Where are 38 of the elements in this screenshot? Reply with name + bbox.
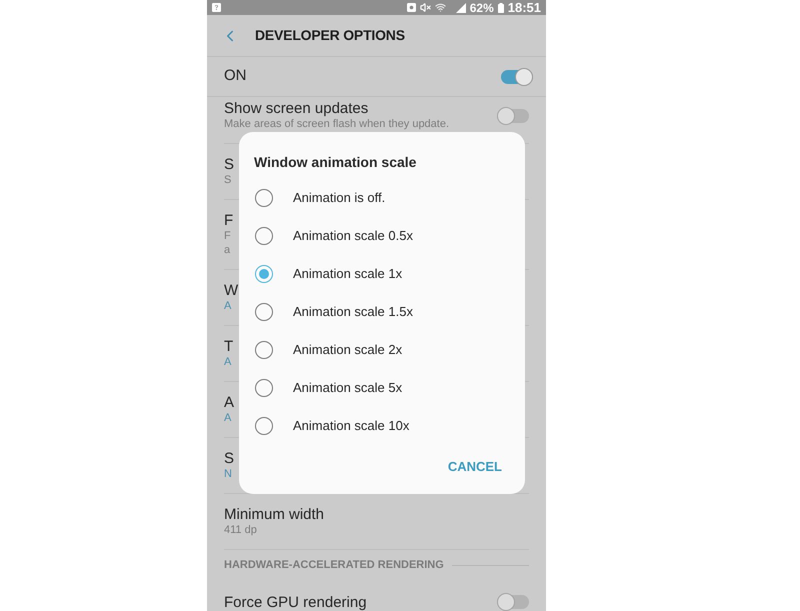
setting-title: S bbox=[224, 450, 234, 467]
radio-option[interactable]: Animation scale 5x bbox=[254, 369, 402, 407]
setting-summary: F a bbox=[224, 229, 231, 257]
setting-summary: 411 dp bbox=[224, 523, 257, 537]
setting-summary: N bbox=[224, 467, 232, 481]
page-title: DEVELOPER OPTIONS bbox=[255, 26, 405, 45]
section-header: HARDWARE-ACCELERATED RENDERING bbox=[224, 558, 444, 574]
signal-icon bbox=[456, 2, 466, 12]
toggle-switch[interactable] bbox=[501, 68, 533, 86]
setting-title: Force GPU rendering bbox=[224, 594, 367, 610]
radio-option[interactable]: Animation scale 0.5x bbox=[254, 217, 413, 255]
setting-summary: Make areas of screen flash when they update. bbox=[224, 117, 450, 131]
setting-summary: S bbox=[224, 173, 232, 187]
battery-icon bbox=[498, 2, 504, 12]
toggle-switch[interactable] bbox=[497, 106, 529, 124]
toggle-switch[interactable] bbox=[497, 593, 529, 611]
radio-option[interactable]: Animation is off. bbox=[254, 179, 386, 217]
setting-title: Minimum width bbox=[224, 506, 324, 523]
mute-icon bbox=[420, 2, 431, 13]
wifi-icon bbox=[434, 2, 446, 13]
master-switch-label: ON bbox=[224, 66, 246, 86]
setting-summary: A bbox=[224, 355, 232, 369]
setting-summary: A bbox=[224, 299, 232, 313]
dialog-title: Window animation scale bbox=[254, 153, 416, 171]
setting-title: W bbox=[224, 282, 238, 299]
setting-title: A bbox=[224, 394, 234, 411]
setting-title: S bbox=[224, 156, 234, 173]
radio-option[interactable]: Animation scale 1x bbox=[254, 255, 402, 293]
radio-option[interactable]: Animation scale 2x bbox=[254, 331, 402, 369]
square-icon bbox=[406, 3, 416, 12]
setting-title: T bbox=[224, 338, 234, 355]
radio-option[interactable]: Animation scale 1.5x bbox=[254, 293, 413, 331]
radio-option[interactable]: Animation scale 10x bbox=[254, 407, 410, 445]
setting-summary: A bbox=[224, 411, 232, 425]
setting-title: F bbox=[224, 212, 234, 229]
clock-time: 18:51 bbox=[508, 0, 541, 14]
battery-percent: 62% bbox=[470, 0, 494, 14]
setting-title: Show screen updates bbox=[224, 100, 368, 117]
